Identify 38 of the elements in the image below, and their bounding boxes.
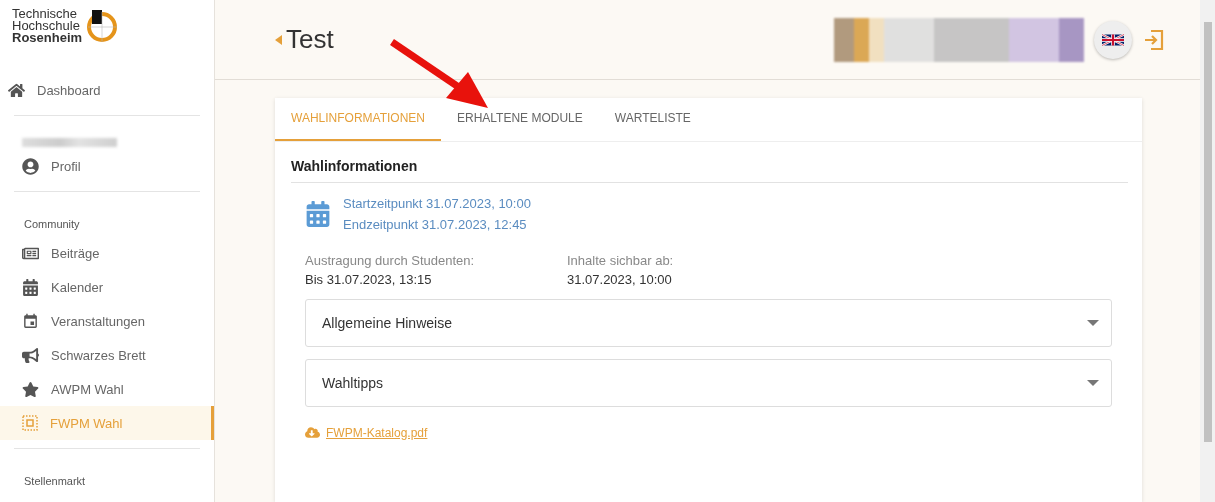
date-text: Endzeitpunkt 31.07.2023, 12:45 xyxy=(343,216,528,234)
flag-icon xyxy=(1102,32,1124,47)
accordion-header[interactable]: Allgemeine Hinweise xyxy=(305,299,1112,347)
calendar-icon xyxy=(305,201,331,227)
calendar-icon xyxy=(22,278,39,296)
megaphone-icon xyxy=(22,346,39,364)
user-icon xyxy=(22,157,39,175)
language-button[interactable] xyxy=(1094,20,1132,59)
cloud-download-icon xyxy=(305,425,320,440)
fact-label: Inhalte sichbar ab: xyxy=(567,252,675,270)
event-icon xyxy=(22,312,39,330)
caret-icon xyxy=(1087,320,1099,326)
section-heading: Community xyxy=(23,217,81,232)
date-text: Startzeitpunkt 31.07.2023, 10:00 xyxy=(343,195,531,213)
sidebar-item[interactable]: Kalender xyxy=(0,270,214,304)
caret-icon xyxy=(1087,380,1099,386)
back-arrow-icon xyxy=(275,34,282,45)
sidebar-item[interactable]: Beiträge xyxy=(0,236,214,270)
section-heading: Stellenmarkt xyxy=(23,474,87,489)
tab[interactable]: ERHALTENE MODULE xyxy=(441,98,599,141)
sidebar-item[interactable]: Dashboard xyxy=(0,73,228,107)
tab[interactable]: WARTELISTE xyxy=(598,98,707,141)
home-icon xyxy=(8,81,25,99)
page-title: Test xyxy=(275,24,334,55)
sidebar-item[interactable]: AWPM Wahl xyxy=(0,372,214,406)
accordion-header[interactable]: Wahltipps xyxy=(305,359,1112,407)
sidebar-item[interactable]: Veranstaltungen xyxy=(0,304,214,338)
fact-value: Bis 31.07.2023, 13:15 xyxy=(305,271,433,289)
section-title: Wahlinformationen xyxy=(291,158,1128,183)
logout-icon[interactable] xyxy=(1142,27,1166,52)
sidebar-item[interactable]: Profil xyxy=(0,149,214,183)
fact-label: Austragung durch Studenten: xyxy=(305,252,476,270)
sidebar-item[interactable]: Schwarzes Brett xyxy=(0,338,214,372)
scrollbar[interactable] xyxy=(1200,0,1215,502)
fact-value: 31.07.2023, 10:00 xyxy=(567,271,673,289)
dotted-square-icon xyxy=(22,415,38,431)
star-icon xyxy=(22,380,39,398)
logo-text: Technische Hochschule Rosenheim xyxy=(12,8,83,44)
